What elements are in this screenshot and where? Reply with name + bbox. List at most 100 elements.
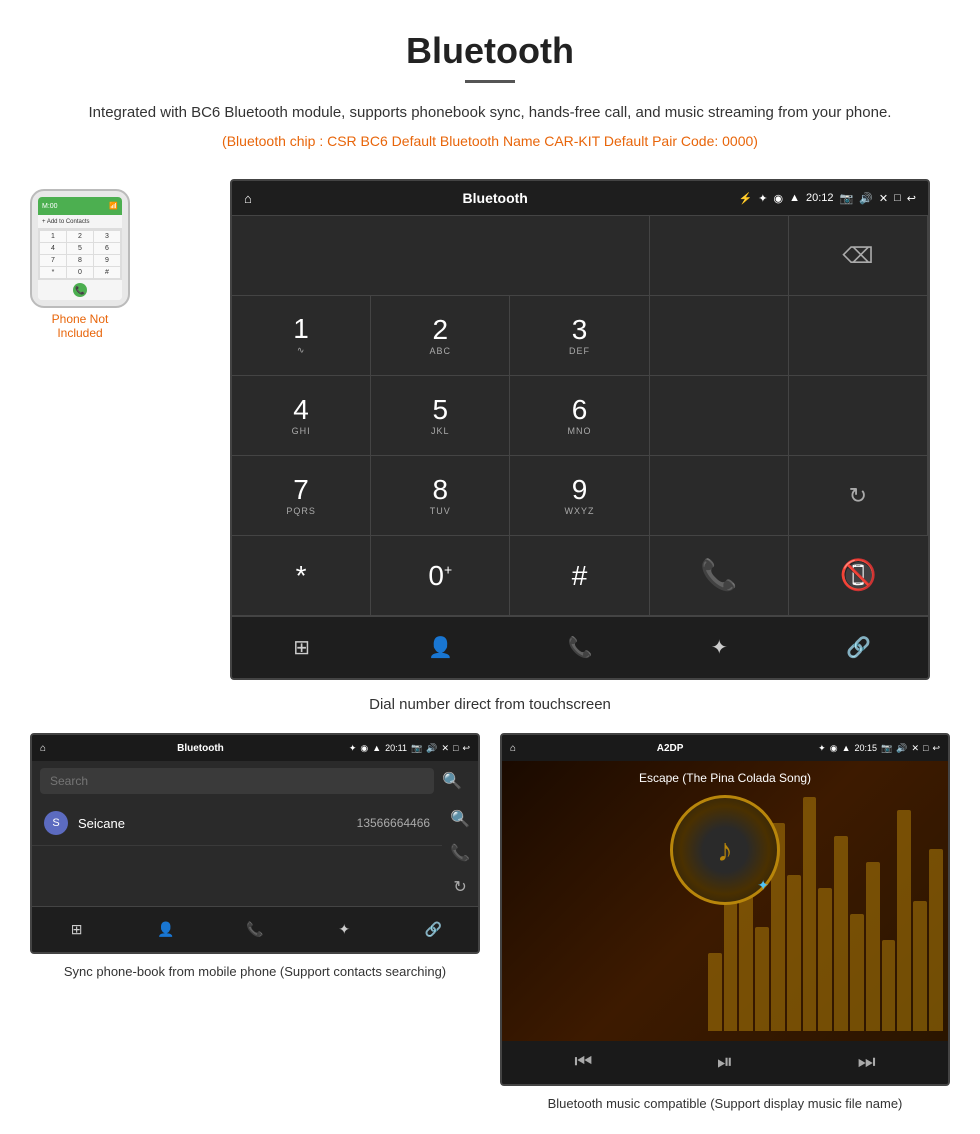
phone-side-icon[interactable]: 📞	[450, 843, 470, 863]
music-caption: Bluetooth music compatible (Support disp…	[500, 1086, 950, 1114]
signal-icon: ▲	[789, 192, 800, 204]
bluetooth-specs: (Bluetooth chip : CSR BC6 Default Blueto…	[60, 133, 920, 149]
key-1[interactable]: 1 ∿	[232, 296, 371, 376]
nav-dialpad[interactable]: ⊞	[232, 627, 371, 668]
contacts-right-bar: 🔍 📞 ↻	[442, 801, 478, 906]
time-display: 20:12	[806, 192, 834, 204]
contacts-nav-person[interactable]: 👤	[121, 913, 210, 946]
phone-key-hash: #	[94, 267, 120, 278]
key-8[interactable]: 8 TUV	[371, 456, 510, 536]
refresh-side-icon[interactable]: ↻	[453, 877, 466, 897]
music-home-icon[interactable]: ⌂	[510, 743, 516, 754]
end-call-button[interactable]: 📵	[789, 536, 928, 616]
music-title: A2DP	[522, 743, 818, 754]
contacts-search-area: 🔍	[32, 761, 478, 801]
phone-key-3: 3	[94, 231, 120, 242]
phone-key-5: 5	[67, 243, 93, 254]
key-4[interactable]: 4 GHI	[232, 376, 371, 456]
song-title: Escape (The Pina Colada Song)	[639, 771, 811, 785]
nav-link[interactable]: 🔗	[789, 627, 928, 668]
bottom-screens: ⌂ Bluetooth ✦ ◉ ▲ 20:11 📷 🔊 ✕ □ ↩ 🔍	[0, 733, 980, 1134]
call-green-icon: 📞	[700, 558, 737, 593]
phone-key-8: 8	[67, 255, 93, 266]
backspace-button[interactable]: ⌫	[789, 216, 928, 296]
nav-phone[interactable]: 📞	[510, 627, 649, 668]
dial-empty-4	[650, 376, 789, 456]
home-icon[interactable]: ⌂	[244, 191, 252, 206]
search-side-icon[interactable]: 🔍	[450, 809, 470, 829]
camera-icon: 📷	[840, 192, 854, 205]
bar-15	[929, 849, 943, 1031]
key-2[interactable]: 2 ABC	[371, 296, 510, 376]
phone-key-1: 1	[40, 231, 66, 242]
key-hash[interactable]: #	[510, 536, 649, 616]
bar-8	[818, 888, 832, 1031]
android-dial-screen: ⌂ Bluetooth ⚡ ✦ ◉ ▲ 20:12 📷 🔊 ✕ □ ↩	[230, 179, 930, 680]
contacts-nav-bluetooth[interactable]: ✦	[300, 913, 389, 946]
big-screen-wrapper: ⌂ Bluetooth ⚡ ✦ ◉ ▲ 20:12 📷 🔊 ✕ □ ↩	[230, 179, 930, 680]
close-icon[interactable]: ✕	[879, 192, 888, 205]
contact-name: Seicane	[78, 816, 357, 831]
key-star[interactable]: *	[232, 536, 371, 616]
contacts-search-icon[interactable]: 🔍	[434, 767, 470, 795]
dial-empty-3	[789, 296, 928, 376]
title-underline	[465, 80, 515, 83]
music-time: 20:15	[855, 743, 878, 754]
phone-keypad: 1 2 3 4 5 6 7 8 9 * 0 #	[38, 229, 122, 280]
contacts-home-icon[interactable]: ⌂	[40, 743, 46, 754]
contacts-nav-phone[interactable]: 📞	[210, 913, 299, 946]
call-button[interactable]: 📞	[650, 536, 789, 616]
bar-7	[803, 797, 817, 1031]
location-icon: ◉	[773, 192, 783, 205]
key-7[interactable]: 7 PQRS	[232, 456, 371, 536]
skip-forward-icon[interactable]: ⏭	[858, 1051, 876, 1074]
contacts-search-input[interactable]	[40, 768, 434, 794]
description: Integrated with BC6 Bluetooth module, su…	[60, 101, 920, 125]
contact-item[interactable]: S Seicane 13566664466	[32, 801, 442, 846]
phone-key-4: 4	[40, 243, 66, 254]
back-icon[interactable]: ↩	[907, 192, 916, 205]
key-9[interactable]: 9 WXYZ	[510, 456, 649, 536]
key-5[interactable]: 5 JKL	[371, 376, 510, 456]
nav-bluetooth[interactable]: ✦	[650, 627, 789, 668]
contact-avatar: S	[44, 811, 68, 835]
call-red-icon: 📵	[840, 558, 877, 593]
contacts-main: S Seicane 13566664466 🔍 📞 ↻	[32, 801, 478, 906]
nav-contacts[interactable]: 👤	[371, 627, 510, 668]
contact-number: 13566664466	[357, 816, 430, 830]
contacts-screen-wrap: ⌂ Bluetooth ✦ ◉ ▲ 20:11 📷 🔊 ✕ □ ↩ 🔍	[30, 733, 480, 1114]
music-statusbar: ⌂ A2DP ✦ ◉ ▲ 20:15 📷 🔊 ✕ □ ↩	[502, 735, 948, 761]
phone-mockup: M:00 📶 + Add to Contacts 1 2 3 4 5 6 7 8…	[30, 189, 130, 308]
usb-icon: ⚡	[739, 192, 753, 205]
music-note-icon: ♪	[717, 832, 733, 869]
bar-11	[866, 862, 880, 1031]
music-screen-wrap: ⌂ A2DP ✦ ◉ ▲ 20:15 📷 🔊 ✕ □ ↩	[500, 733, 950, 1114]
dial-statusbar: ⌂ Bluetooth ⚡ ✦ ◉ ▲ 20:12 📷 🔊 ✕ □ ↩	[232, 181, 928, 215]
window-icon[interactable]: □	[894, 192, 901, 204]
page-title: Bluetooth	[60, 30, 920, 72]
bar-2	[724, 901, 738, 1031]
phone-header: M:00 📶	[38, 197, 122, 215]
volume-icon: 🔊	[859, 192, 873, 205]
album-art: ♪ ✦	[670, 795, 780, 905]
contacts-nav-link[interactable]: 🔗	[389, 913, 478, 946]
skip-back-icon[interactable]: ⏮	[574, 1051, 592, 1074]
refresh-button[interactable]: ↻	[789, 456, 928, 536]
contacts-bottom-nav: ⊞ 👤 📞 ✦ 🔗	[32, 906, 478, 952]
phone-key-6: 6	[94, 243, 120, 254]
music-player-area: Escape (The Pina Colada Song) ♪ ✦	[502, 761, 948, 1041]
refresh-icon: ↻	[849, 483, 867, 509]
phone-key-0: 0	[67, 267, 93, 278]
play-pause-icon[interactable]: ⏯	[717, 1051, 733, 1074]
music-screen: ⌂ A2DP ✦ ◉ ▲ 20:15 📷 🔊 ✕ □ ↩	[500, 733, 950, 1086]
key-0[interactable]: 0+	[371, 536, 510, 616]
key-6[interactable]: 6 MNO	[510, 376, 649, 456]
phone-key-7: 7	[40, 255, 66, 266]
statusbar-left: ⌂	[244, 191, 252, 206]
bar-13	[897, 810, 911, 1031]
contacts-nav-dialpad[interactable]: ⊞	[32, 913, 121, 946]
bar-4	[755, 927, 769, 1031]
backspace-icon: ⌫	[842, 243, 873, 269]
bar-9	[834, 836, 848, 1031]
key-3[interactable]: 3 DEF	[510, 296, 649, 376]
